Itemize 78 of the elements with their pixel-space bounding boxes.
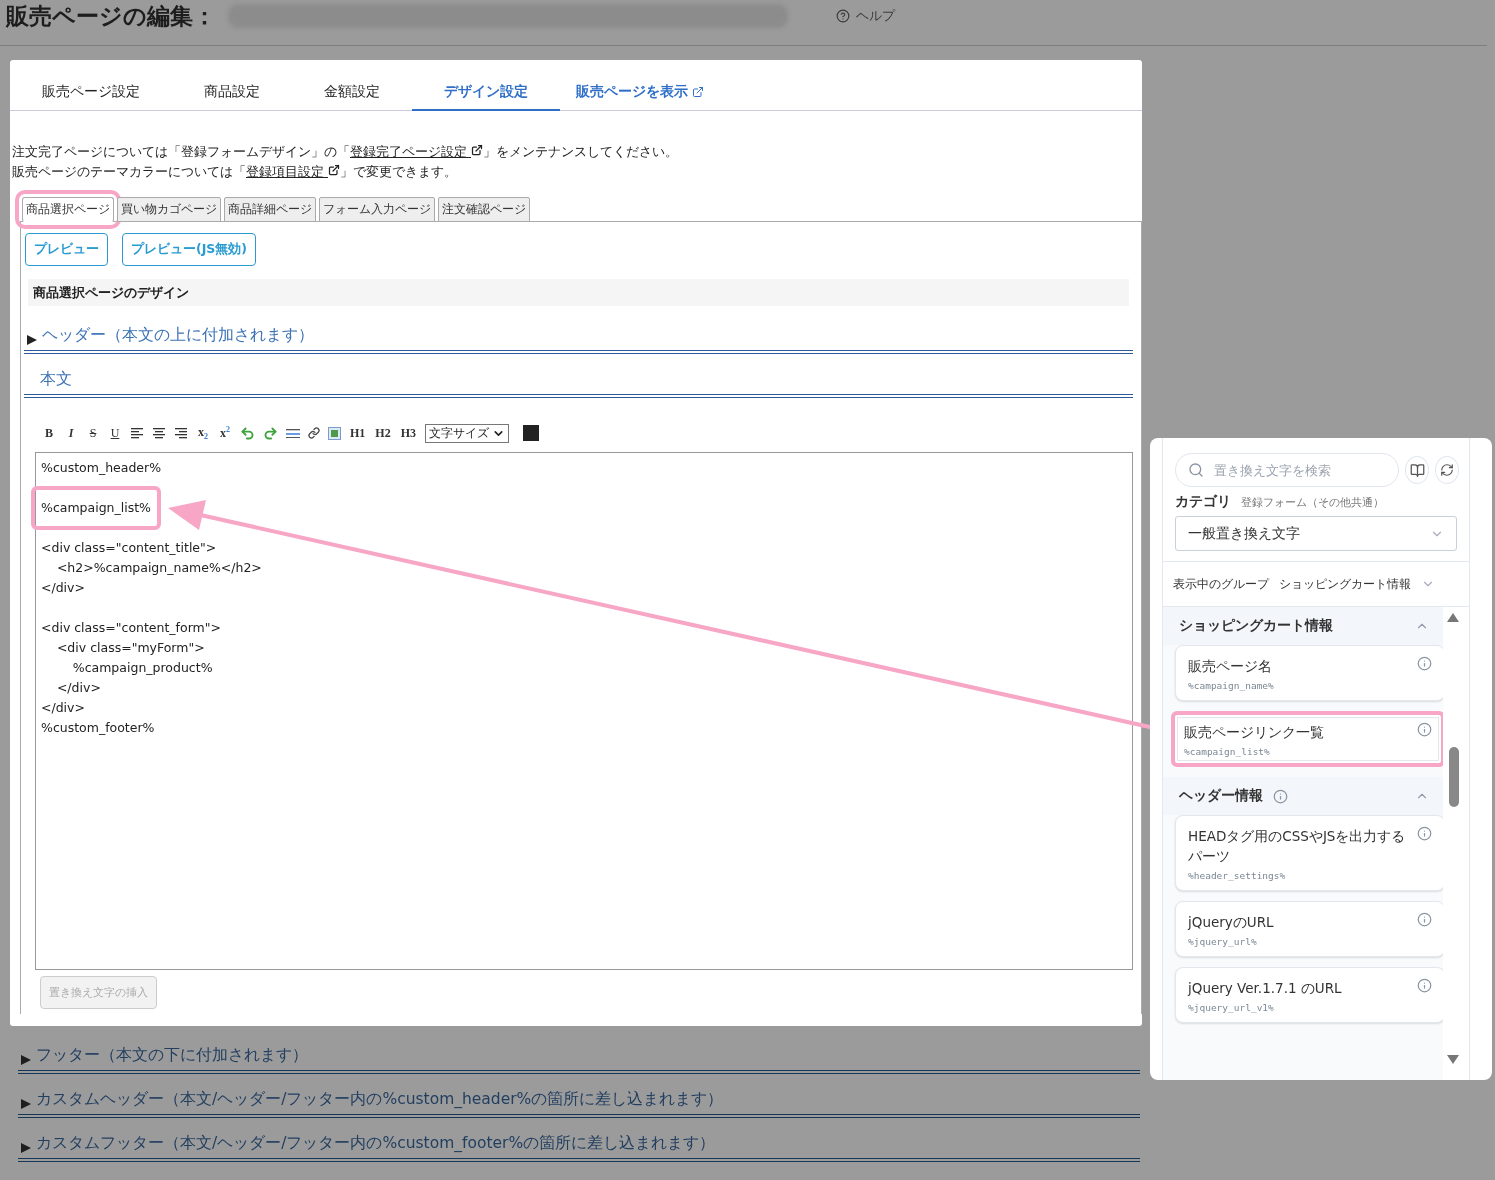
section-header[interactable]: カスタムフッター（本文/ヘッダー/フッター内の%custom_footer%の箇所に差し込まれます） xyxy=(18,1118,1140,1162)
settings-tab[interactable]: デザイン設定 xyxy=(412,75,560,111)
section-title: カスタムフッター（本文/ヘッダー/フッター内の%custom_footer%の箇所に差し込まれます） xyxy=(36,1133,716,1154)
settings-link[interactable]: 登録完了ページ設定 xyxy=(350,144,483,159)
code-line: %campaign_product% xyxy=(71,659,213,677)
info-icon xyxy=(1273,788,1288,804)
caret-icon xyxy=(20,1142,32,1154)
section-header[interactable]: ヘッダー（本文の上に付加されます） xyxy=(24,306,1133,354)
caret-icon xyxy=(20,1054,32,1066)
code-line: %custom_header% xyxy=(41,459,162,477)
caret-icon xyxy=(20,1098,32,1110)
section-title: フッター（本文の下に付加されます） xyxy=(36,1045,308,1066)
section-header[interactable]: 本文 xyxy=(24,354,1133,398)
bold-button[interactable]: B xyxy=(38,423,60,443)
search-icon xyxy=(1188,462,1204,478)
view-page-link[interactable]: 販売ページを表示 xyxy=(560,74,720,110)
section-title: カスタムヘッダー（本文/ヘッダー/フッター内の%custom_header%の箇所に差し込まれます） xyxy=(36,1089,724,1110)
section-header[interactable]: カスタムヘッダー（本文/ヘッダー/フッター内の%custom_header%の箇所に差し込まれます） xyxy=(18,1074,1140,1118)
section-header[interactable]: フッター（本文の下に付加されます） xyxy=(18,1026,1140,1074)
help-link[interactable]: ヘルプ xyxy=(836,7,895,25)
page-tab[interactable]: フォーム入力ページ xyxy=(319,197,435,222)
info-icon xyxy=(1417,656,1432,671)
caret-icon xyxy=(26,334,38,346)
refresh-icon[interactable] xyxy=(1435,456,1459,484)
placeholder-card[interactable]: 販売ページリンク一覧 %campaign_list% xyxy=(1171,711,1443,767)
scrollbar-thumb[interactable] xyxy=(1449,747,1459,807)
info-icon xyxy=(1417,826,1432,841)
group-select[interactable]: 表示中のグループ ショッピングカート情報 xyxy=(1163,561,1469,607)
settings-tab[interactable]: 販売ページ設定 xyxy=(10,75,172,111)
heading-2-button[interactable]: H2 xyxy=(370,423,396,443)
page-tab[interactable]: 買い物カゴページ xyxy=(117,197,221,222)
section-title: ヘッダー（本文の上に付加されます） xyxy=(42,325,314,346)
code-line: <h2>%campaign_name%</h2> xyxy=(55,559,262,577)
note-text: 注文完了ページについては「登録フォームデザイン」の「登録完了ページ設定 」をメンテナンスしてください。 xyxy=(12,143,679,161)
info-icon xyxy=(1417,912,1432,927)
section-title: 本文 xyxy=(40,369,72,390)
code-line: </div> xyxy=(55,679,101,697)
subscript-button[interactable]: x$_{2}$ xyxy=(192,423,214,443)
category-select[interactable]: 一般置き換え文字 xyxy=(1175,516,1457,551)
group-title: ショッピングカート情報 xyxy=(1179,617,1333,635)
heading-1-button[interactable]: H1 xyxy=(345,423,371,443)
heading-3-button[interactable]: H3 xyxy=(395,423,422,443)
scroll-up-icon xyxy=(1447,613,1459,622)
page-tab[interactable]: 商品詳細ページ xyxy=(224,197,316,222)
group-title: ヘッダー情報 xyxy=(1179,787,1263,805)
code-line: %custom_footer% xyxy=(41,719,155,737)
settings-tab[interactable]: 金額設定 xyxy=(292,75,412,111)
placeholder-card[interactable]: jQuery Ver.1.7.1 のURL %jquery_url_v1% xyxy=(1175,967,1443,1023)
superscript-button[interactable]: x$^{2}$ xyxy=(214,423,236,443)
note-text: 販売ページのテーマカラーについては「登録項目設定 」で変更できます。 xyxy=(12,163,458,181)
category-label: カテゴリ xyxy=(1175,493,1231,511)
code-line: <div class="content_form"> xyxy=(41,619,221,637)
page-title: 販売ページの編集： xyxy=(6,1,216,31)
external-link-icon xyxy=(471,144,483,156)
book-icon[interactable] xyxy=(1405,456,1429,484)
code-line: <div class="content_title"> xyxy=(41,539,217,557)
scroll-down-icon xyxy=(1447,1055,1459,1064)
info-icon xyxy=(1417,722,1432,737)
page-tab[interactable]: 注文確認ページ xyxy=(438,197,530,222)
italic-button[interactable]: I xyxy=(60,423,82,443)
code-line: </div> xyxy=(41,699,85,717)
strikethrough-button[interactable]: S xyxy=(82,423,104,443)
settings-link[interactable]: 登録項目設定 xyxy=(246,164,340,179)
placeholder-card[interactable]: jQueryのURL %jquery_url% xyxy=(1175,901,1443,957)
external-link-icon xyxy=(692,86,704,98)
settings-tab[interactable]: 商品設定 xyxy=(172,75,292,111)
underline-button[interactable]: U xyxy=(104,423,126,443)
code-line: <div class="myForm"> xyxy=(55,639,205,657)
design-heading: 商品選択ページのデザイン xyxy=(28,279,1129,306)
text-color-swatch[interactable] xyxy=(523,425,540,441)
code-line: </div> xyxy=(41,579,85,597)
placeholder-card[interactable]: HEADタグ用のCSSやJSを出力するパーツ %header_settings% xyxy=(1175,815,1443,891)
help-icon xyxy=(836,9,850,23)
external-link-icon xyxy=(328,164,340,176)
placeholder-card[interactable]: 販売ページ名 %campaign_name% xyxy=(1175,645,1443,701)
font-size-select[interactable]: 文字サイズ xyxy=(425,423,510,443)
info-icon xyxy=(1417,978,1432,993)
category-note: 登録フォーム（その他共通） xyxy=(1241,495,1384,510)
